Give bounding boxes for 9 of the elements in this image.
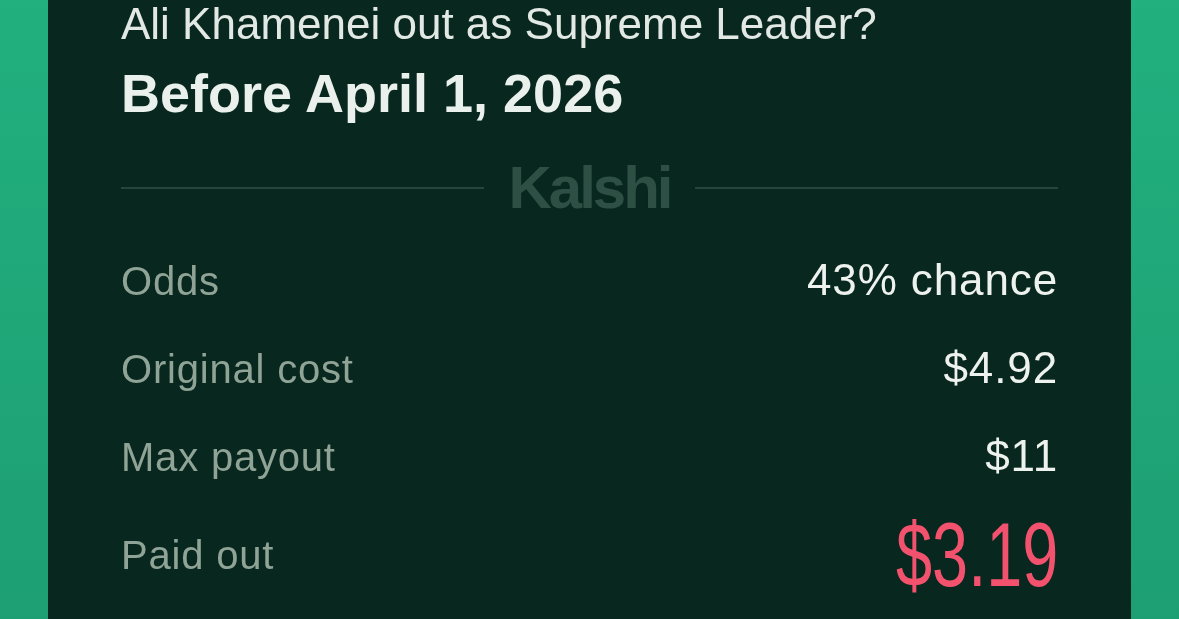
row-value: 43% chance xyxy=(807,258,1058,302)
row-label: Max payout xyxy=(121,437,336,477)
row-label: Paid out xyxy=(121,535,275,575)
question-text: Ali Khamenei out as Supreme Leader? xyxy=(121,2,878,46)
row-value: $11 xyxy=(985,434,1058,478)
payout-amount: $3.19 xyxy=(895,510,1058,600)
row-value: $4.92 xyxy=(943,346,1058,390)
row-label: Odds xyxy=(121,261,220,301)
row-label: Original cost xyxy=(121,349,354,389)
